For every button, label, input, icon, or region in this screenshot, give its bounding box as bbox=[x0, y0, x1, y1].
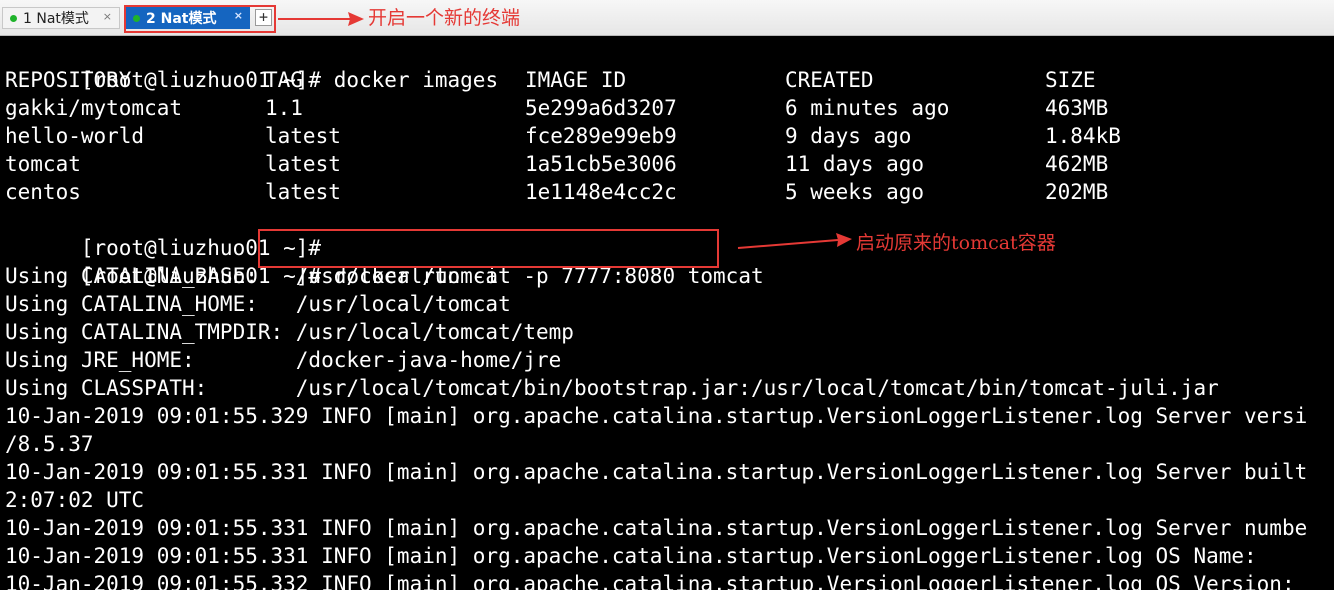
cell-size: 202MB bbox=[1045, 180, 1109, 204]
log-line: 2:07:02 UTC bbox=[5, 488, 145, 512]
table-header-row: REPOSITORY TAG IMAGE ID CREATED SIZE bbox=[5, 66, 1334, 94]
output-line: Using JRE_HOME: /docker-java-home/jre bbox=[5, 348, 562, 372]
prompt-line: [root@liuzhuo01 ~]# bbox=[5, 206, 1334, 260]
cell-size: 462MB bbox=[1045, 152, 1109, 176]
cell-created: 9 days ago bbox=[785, 124, 912, 148]
cell-repository: hello-world bbox=[5, 124, 145, 148]
annotation-start-container: 启动原来的tomcat容器 bbox=[856, 232, 1056, 254]
column-header: TAG bbox=[265, 68, 303, 92]
log-line: 10-Jan-2019 09:01:55.331 INFO [main] org… bbox=[5, 544, 1257, 568]
log-line: 10-Jan-2019 09:01:55.332 INFO [main] org… bbox=[5, 572, 1295, 590]
cell-tag: latest bbox=[265, 180, 341, 204]
cell-image-id: fce289e99eb9 bbox=[525, 124, 677, 148]
column-header: IMAGE ID bbox=[525, 68, 627, 92]
column-header: SIZE bbox=[1045, 68, 1096, 92]
cell-repository: tomcat bbox=[5, 152, 81, 176]
new-tab-button[interactable]: + bbox=[255, 9, 272, 26]
connected-status-icon bbox=[10, 14, 17, 22]
prompt-line: [root@liuzhuo01 ~]# docker images bbox=[5, 38, 1334, 92]
column-header: CREATED bbox=[785, 68, 874, 92]
connected-status-icon bbox=[133, 14, 140, 22]
log-line: 10-Jan-2019 09:01:55.329 INFO [main] org… bbox=[5, 404, 1308, 428]
cell-image-id: 1a51cb5e3006 bbox=[525, 152, 677, 176]
cell-repository: gakki/mytomcat bbox=[5, 96, 183, 120]
tab-session-2[interactable]: 2 Nat模式 × bbox=[126, 7, 250, 29]
table-row: hello-world latest fce289e99eb9 9 days a… bbox=[5, 122, 1334, 150]
cell-size: 463MB bbox=[1045, 96, 1109, 120]
table-row: centos latest 1e1148e4cc2c 5 weeks ago 2… bbox=[5, 178, 1334, 206]
output-line: Using CATALINA_HOME: /usr/local/tomcat bbox=[5, 292, 511, 316]
output-line: Using CATALINA_TMPDIR: /usr/local/tomcat… bbox=[5, 320, 574, 344]
tab-label: 1 Nat模式 bbox=[23, 11, 89, 27]
tab-session-1[interactable]: 1 Nat模式 × bbox=[2, 7, 120, 29]
cell-repository: centos bbox=[5, 180, 81, 204]
log-line: 10-Jan-2019 09:01:55.331 INFO [main] org… bbox=[5, 460, 1308, 484]
cell-size: 1.84kB bbox=[1045, 124, 1121, 148]
table-row: tomcat latest 1a51cb5e3006 11 days ago 4… bbox=[5, 150, 1334, 178]
output-line: Using CLASSPATH: /usr/local/tomcat/bin/b… bbox=[5, 376, 1219, 400]
terminal-output[interactable]: [root@liuzhuo01 ~]# docker images REPOSI… bbox=[5, 38, 1334, 590]
cell-created: 6 minutes ago bbox=[785, 96, 950, 120]
output-line: Using CATALINA_BASE: /usr/local/tomcat bbox=[5, 264, 511, 288]
log-line: 10-Jan-2019 09:01:55.331 INFO [main] org… bbox=[5, 516, 1308, 540]
cell-image-id: 1e1148e4cc2c bbox=[525, 180, 677, 204]
close-icon[interactable]: × bbox=[103, 10, 112, 23]
cell-tag: 1.1 bbox=[265, 96, 303, 120]
annotation-new-terminal: 开启一个新的终端 bbox=[368, 7, 521, 29]
tab-bar: 1 Nat模式 × 2 Nat模式 × + bbox=[0, 0, 1334, 36]
cell-tag: latest bbox=[265, 152, 341, 176]
column-header: REPOSITORY bbox=[5, 68, 132, 92]
cell-created: 5 weeks ago bbox=[785, 180, 925, 204]
terminal-window: 1 Nat模式 × 2 Nat模式 × + 开启一个新的终端 [root@liu… bbox=[0, 0, 1334, 590]
cell-created: 11 days ago bbox=[785, 152, 925, 176]
prompt-line: [root@liuzhuo01 ~]# docker run -it -p 77… bbox=[5, 234, 1334, 288]
table-row: gakki/mytomcat 1.1 5e299a6d3207 6 minute… bbox=[5, 94, 1334, 122]
tab-label: 2 Nat模式 bbox=[146, 11, 217, 27]
close-icon[interactable]: × bbox=[234, 9, 243, 22]
cell-tag: latest bbox=[265, 124, 341, 148]
cell-image-id: 5e299a6d3207 bbox=[525, 96, 677, 120]
log-line: /8.5.37 bbox=[5, 432, 94, 456]
